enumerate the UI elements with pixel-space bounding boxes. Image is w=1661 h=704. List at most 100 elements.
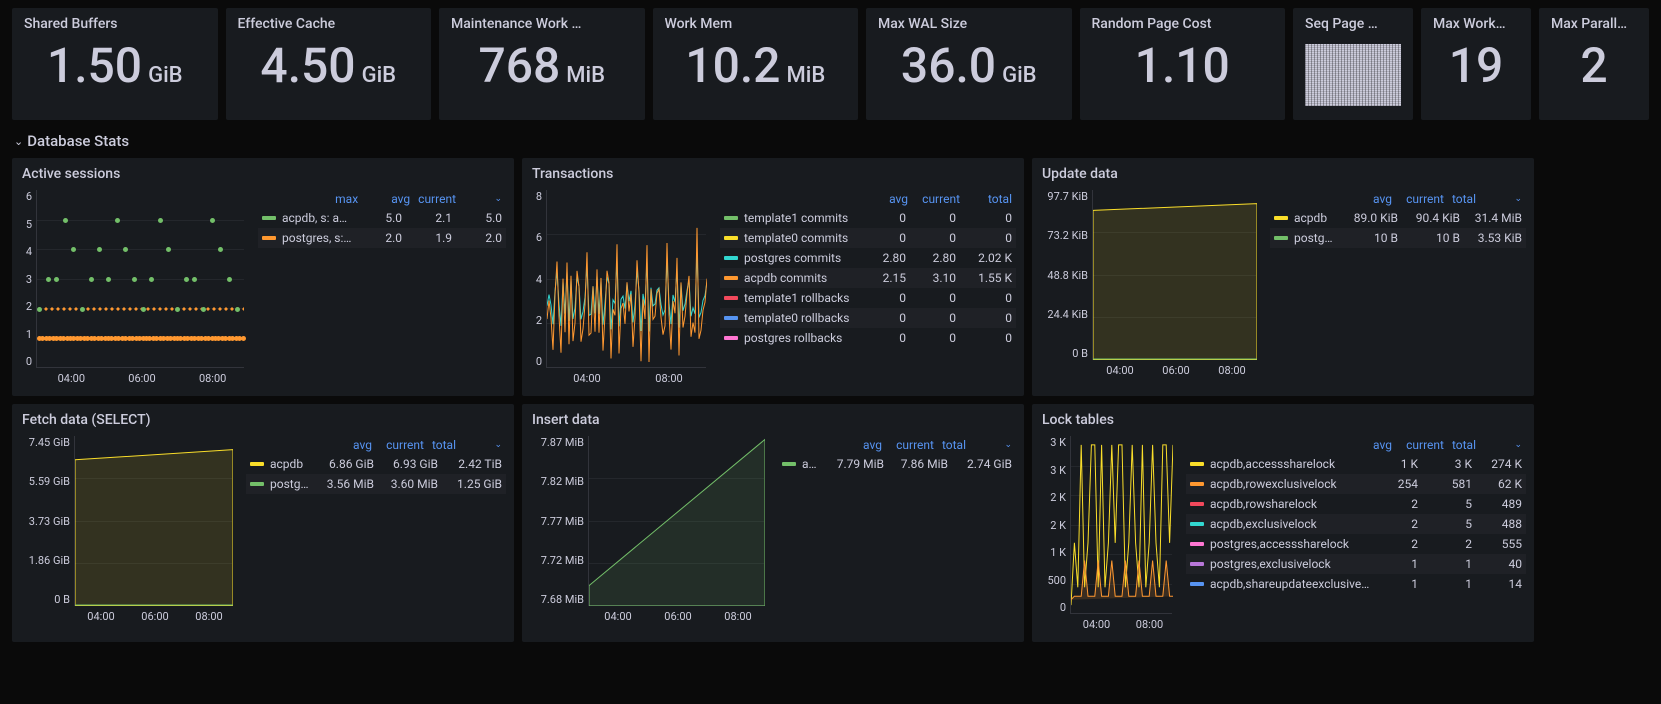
legend-head-col[interactable]: current bbox=[1400, 192, 1444, 206]
stat-value-wrap: 4.50GiB bbox=[238, 42, 420, 106]
chart-update[interactable]: 97.7 KiB73.2 KiB48.8 KiB24.4 KiB0 B 04:0… bbox=[1042, 190, 1260, 392]
chart-fetch[interactable]: 7.45 GiB5.59 GiB3.73 GiB1.86 GiB0 B 04:0… bbox=[22, 436, 236, 638]
legend-head-col[interactable]: current bbox=[916, 192, 960, 206]
series-swatch bbox=[1190, 542, 1204, 546]
legend-head-col[interactable]: avg bbox=[366, 192, 410, 206]
legend-row[interactable]: postgres3.56 MiB3.60 MiB1.25 GiB bbox=[246, 474, 506, 494]
legend-row[interactable]: acpdb,shareupdateexclusivelock1114 bbox=[1186, 574, 1526, 594]
plot-area[interactable] bbox=[36, 190, 244, 368]
axis-tick: 08:00 bbox=[199, 372, 226, 385]
legend-head-col[interactable]: total ⌄ bbox=[1452, 192, 1522, 206]
legend-row[interactable]: acpdb,exclusivelock25488 bbox=[1186, 514, 1526, 534]
panel-active-sessions[interactable]: Active sessions 6543210 04:0006:0008:00 … bbox=[12, 158, 514, 396]
legend-value: 2.42 TiB bbox=[444, 457, 502, 471]
axis-tick: 5.59 GiB bbox=[29, 475, 70, 488]
legend-value: 10 B bbox=[1342, 231, 1398, 245]
chart-transactions[interactable]: 86420 04:0008:00 bbox=[532, 190, 710, 392]
legend-row[interactable]: template1 rollbacks000 bbox=[720, 288, 1016, 308]
stat-value: 10.2 bbox=[685, 42, 780, 90]
x-axis: 04:0008:00 bbox=[1042, 614, 1176, 631]
legend-row[interactable]: acpdb,rowsharelock25489 bbox=[1186, 494, 1526, 514]
axis-tick: 7.72 MiB bbox=[541, 554, 584, 567]
legend-row[interactable]: template1 commits000 bbox=[720, 208, 1016, 228]
legend-value: 488 bbox=[1478, 517, 1522, 531]
y-axis: 86420 bbox=[532, 190, 546, 368]
series-swatch bbox=[724, 336, 738, 340]
legend-head-col[interactable]: avg bbox=[1348, 438, 1392, 452]
panel-lock-tables[interactable]: Lock tables 3 K3 K2 K2 K1 K5000 04:0008:… bbox=[1032, 404, 1534, 642]
series-swatch bbox=[724, 256, 738, 260]
legend-head-col[interactable]: total ⌄ bbox=[942, 438, 1012, 452]
legend-head-col[interactable]: total bbox=[968, 192, 1012, 206]
legend-row[interactable]: postgres,accesssharelock22555 bbox=[1186, 534, 1526, 554]
axis-tick: 04:00 bbox=[58, 372, 85, 385]
panel-fetch-data[interactable]: Fetch data (SELECT) 7.45 GiB5.59 GiB3.73… bbox=[12, 404, 514, 642]
stat-panel[interactable]: Maintenance Work …768MiB bbox=[439, 8, 645, 120]
legend-row[interactable]: acpdb6.86 GiB6.93 GiB2.42 TiB bbox=[246, 454, 506, 474]
legend-label: acpdb bbox=[270, 457, 310, 471]
legend-value: 555 bbox=[1478, 537, 1522, 551]
legend-head-col[interactable]: avg bbox=[838, 438, 882, 452]
legend-row[interactable]: acpdb commits2.153.101.55 K bbox=[720, 268, 1016, 288]
axis-tick: 08:00 bbox=[1218, 364, 1245, 377]
legend-head-col[interactable]: current ⌄ bbox=[418, 192, 502, 206]
legend-head-col[interactable]: avg bbox=[328, 438, 372, 452]
legend-value: 0 bbox=[912, 211, 956, 225]
legend-row[interactable]: template0 rollbacks000 bbox=[720, 308, 1016, 328]
series-swatch bbox=[250, 482, 264, 486]
stat-panel[interactable]: Max WAL Size36.0GiB bbox=[866, 8, 1072, 120]
axis-tick: 0 bbox=[536, 355, 542, 368]
chart-active-sessions[interactable]: 6543210 04:0006:0008:00 bbox=[22, 190, 248, 392]
legend-head-col[interactable]: total ⌄ bbox=[432, 438, 502, 452]
stat-title: Max Parall… bbox=[1551, 16, 1637, 32]
panel-title: Transactions bbox=[532, 166, 1016, 182]
legend-head-col[interactable]: current bbox=[890, 438, 934, 452]
legend-label: acpdb commits bbox=[744, 271, 856, 285]
axis-tick: 7.77 MiB bbox=[541, 515, 584, 528]
plot-area[interactable] bbox=[546, 190, 706, 368]
axis-tick: 3.73 GiB bbox=[29, 515, 70, 528]
legend-row[interactable]: postgres10 B10 B3.53 KiB bbox=[1270, 228, 1526, 248]
chart-lock[interactable]: 3 K3 K2 K2 K1 K5000 04:0008:00 bbox=[1042, 436, 1176, 638]
legend-value: 31.4 MiB bbox=[1466, 211, 1522, 225]
legend-row[interactable]: acpdb,rowexclusivelock25458162 K bbox=[1186, 474, 1526, 494]
stat-value: 768 bbox=[478, 42, 560, 90]
y-axis: 7.45 GiB5.59 GiB3.73 GiB1.86 GiB0 B bbox=[22, 436, 74, 606]
stat-panel[interactable]: Max Parall…2 bbox=[1539, 8, 1649, 120]
plot-area[interactable] bbox=[588, 436, 764, 606]
stat-panel[interactable]: Effective Cache4.50GiB bbox=[226, 8, 432, 120]
legend-row[interactable]: acpdb, s: active5.02.15.0 bbox=[258, 208, 506, 228]
legend-head-col[interactable]: current bbox=[1400, 438, 1444, 452]
panel-transactions[interactable]: Transactions 86420 04:0008:00 avg current… bbox=[522, 158, 1024, 396]
stat-panel[interactable]: Max Work…19 bbox=[1421, 8, 1531, 120]
panel-insert-data[interactable]: Insert data 7.87 MiB7.82 MiB7.77 MiB7.72… bbox=[522, 404, 1024, 642]
panel-update-data[interactable]: Update data 97.7 KiB73.2 KiB48.8 KiB24.4… bbox=[1032, 158, 1534, 396]
legend-value: 3.60 MiB bbox=[380, 477, 438, 491]
legend-row[interactable]: acpdb,accesssharelock1 K3 K274 K bbox=[1186, 454, 1526, 474]
legend-value: 5.0 bbox=[458, 211, 502, 225]
legend-head-col[interactable]: avg bbox=[1348, 192, 1392, 206]
section-toggle-database-stats[interactable]: ⌄ Database Stats bbox=[14, 132, 1649, 150]
legend-head-col[interactable]: max bbox=[314, 192, 358, 206]
chart-insert[interactable]: 7.87 MiB7.82 MiB7.77 MiB7.72 MiB7.68 MiB… bbox=[532, 436, 768, 638]
legend-head-col[interactable]: avg bbox=[864, 192, 908, 206]
plot-area[interactable] bbox=[74, 436, 232, 606]
legend-head-col[interactable]: current bbox=[380, 438, 424, 452]
legend-label: acpdb bbox=[1294, 211, 1336, 225]
stat-panel[interactable]: Seq Page … bbox=[1293, 8, 1413, 120]
stat-panel[interactable]: Shared Buffers1.50GiB bbox=[12, 8, 218, 120]
legend-row[interactable]: acpdb89.0 KiB90.4 KiB31.4 MiB bbox=[1270, 208, 1526, 228]
stat-title: Seq Page … bbox=[1305, 16, 1401, 32]
plot-area[interactable] bbox=[1070, 436, 1172, 614]
legend-head-col[interactable]: total ⌄ bbox=[1452, 438, 1522, 452]
legend-row[interactable]: template0 commits000 bbox=[720, 228, 1016, 248]
plot-area[interactable] bbox=[1092, 190, 1256, 360]
legend-row[interactable]: postgres,exclusivelock1140 bbox=[1186, 554, 1526, 574]
stat-panel[interactable]: Work Mem10.2MiB bbox=[653, 8, 859, 120]
legend-row[interactable]: acpdb7.79 MiB7.86 MiB2.74 GiB bbox=[778, 454, 1016, 474]
legend-row[interactable]: postgres, s: active2.01.92.0 bbox=[258, 228, 506, 248]
stat-panel[interactable]: Random Page Cost1.10 bbox=[1080, 8, 1286, 120]
legend-row[interactable]: postgres rollbacks000 bbox=[720, 328, 1016, 348]
series-swatch bbox=[1190, 562, 1204, 566]
legend-row[interactable]: postgres commits2.802.802.02 K bbox=[720, 248, 1016, 268]
